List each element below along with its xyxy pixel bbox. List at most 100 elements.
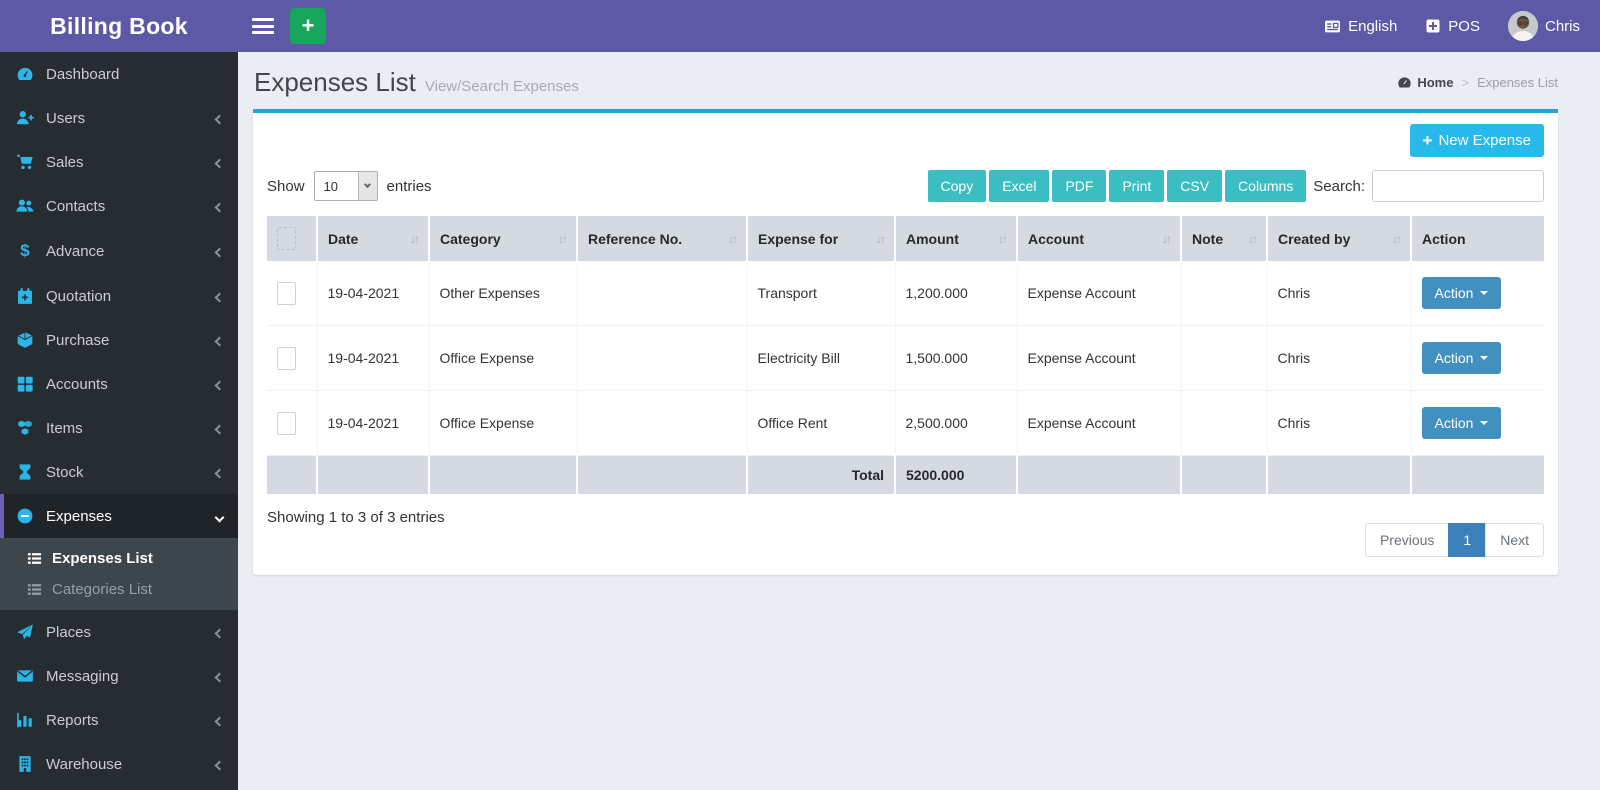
row-checkbox[interactable]: [277, 281, 296, 305]
submenu-item-expenses-list[interactable]: Expenses List: [0, 543, 238, 574]
pos-menu[interactable]: POS: [1425, 18, 1480, 35]
sidebar-item-places[interactable]: Places: [0, 610, 238, 654]
bar-chart-icon: [15, 711, 35, 729]
column-header-reference[interactable]: Reference No. ↓↑: [576, 216, 747, 261]
sidebar-item-purchase[interactable]: Purchase: [0, 318, 238, 362]
cell-date: 19-04-2021: [316, 325, 429, 391]
entries-info: Showing 1 to 3 of 3 entries: [267, 509, 445, 526]
sort-icon: ↓↑: [1162, 231, 1172, 246]
row-checkbox[interactable]: [277, 411, 296, 435]
sidebar-item-quotation[interactable]: Quotation: [0, 274, 238, 318]
quick-add-button[interactable]: +: [290, 8, 326, 44]
action-dropdown-button[interactable]: Action: [1421, 277, 1502, 309]
chevron-left-icon: [214, 668, 225, 685]
copy-button[interactable]: Copy: [927, 170, 987, 202]
sort-icon: ↓↑: [728, 231, 738, 246]
submenu-item-categories-list[interactable]: Categories List: [0, 574, 238, 605]
user-menu[interactable]: Chris: [1507, 11, 1580, 41]
breadcrumb-home-link[interactable]: Home: [1397, 75, 1453, 90]
users-icon: [15, 197, 35, 215]
new-expense-label: New Expense: [1438, 132, 1531, 149]
chevron-left-icon: [214, 464, 225, 481]
select-all-checkbox[interactable]: [277, 227, 296, 250]
columns-button[interactable]: Columns: [1225, 170, 1307, 202]
cell-category: Other Expenses: [428, 261, 577, 326]
sidebar-item-label: Stock: [46, 463, 84, 481]
page-length-value: 10: [323, 178, 338, 194]
sidebar-item-label: Messaging: [46, 667, 119, 685]
sidebar-item-accounts[interactable]: Accounts: [0, 362, 238, 406]
sidebar-item-messaging[interactable]: Messaging: [0, 654, 238, 698]
csv-button[interactable]: CSV: [1167, 170, 1223, 202]
new-expense-button[interactable]: + New Expense: [1409, 124, 1544, 157]
column-header-category[interactable]: Category ↓↑: [428, 216, 577, 261]
sort-icon: ↓↑: [410, 231, 420, 246]
sidebar-item-reports[interactable]: Reports: [0, 698, 238, 742]
sidebar: Dashboard Users Sales Contacts $ Advance…: [0, 52, 238, 790]
submenu-item-label: Categories List: [52, 581, 153, 598]
excel-button[interactable]: Excel: [989, 170, 1050, 202]
sort-icon: ↓↑: [1248, 231, 1258, 246]
building-icon: [15, 755, 35, 773]
cell-expense-for: Transport: [746, 261, 895, 326]
language-label: English: [1348, 17, 1398, 35]
cell-expense-for: Office Rent: [746, 390, 895, 456]
sidebar-item-expenses[interactable]: Expenses: [0, 494, 238, 538]
search-input[interactable]: [1372, 170, 1544, 202]
sidebar-item-advance[interactable]: $ Advance: [0, 228, 238, 274]
paper-plane-icon: [15, 623, 35, 641]
plus-square-icon: [1425, 18, 1441, 34]
column-header-date[interactable]: Date ↓↑: [316, 216, 429, 261]
cell-expense-for: Electricity Bill: [746, 325, 895, 391]
export-button-group: Copy Excel PDF Print CSV Columns: [927, 170, 1307, 202]
column-header-created-by[interactable]: Created by ↓↑: [1266, 216, 1411, 261]
page-length-select[interactable]: 10: [313, 171, 378, 201]
cell-category: Office Expense: [428, 325, 577, 391]
table-row: 19-04-2021 Other Expenses Transport 1,20…: [267, 261, 1544, 326]
hamburger-menu-icon[interactable]: [252, 18, 274, 34]
cell-created-by: Chris: [1266, 325, 1411, 391]
list-icon: [27, 582, 42, 597]
sidebar-item-items[interactable]: Items: [0, 406, 238, 450]
action-dropdown-button[interactable]: Action: [1421, 342, 1502, 374]
sidebar-item-dashboard[interactable]: Dashboard: [0, 52, 238, 96]
language-menu[interactable]: English: [1324, 18, 1397, 35]
pdf-button[interactable]: PDF: [1052, 170, 1107, 202]
sidebar-item-label: Users: [46, 109, 86, 127]
user-avatar: [1507, 11, 1538, 41]
page-1-button[interactable]: 1: [1448, 523, 1487, 557]
table-controls: Show 10 entries Copy Excel PDF Print CSV…: [267, 170, 1544, 202]
sort-icon: ↓↑: [558, 231, 568, 246]
table-footer-row: Total 5200.000: [267, 455, 1544, 494]
plus-icon: +: [301, 13, 315, 38]
sidebar-item-contacts[interactable]: Contacts: [0, 184, 238, 228]
sidebar-item-sales[interactable]: Sales: [0, 140, 238, 184]
column-header-account[interactable]: Account ↓↑: [1016, 216, 1181, 261]
sidebar-item-users[interactable]: Users: [0, 96, 238, 140]
action-dropdown-button[interactable]: Action: [1421, 407, 1502, 439]
cart-icon: [15, 153, 35, 171]
print-button[interactable]: Print: [1109, 170, 1165, 202]
chevron-left-icon: [214, 420, 225, 437]
show-label: Show: [267, 177, 305, 195]
column-header-note[interactable]: Note ↓↑: [1180, 216, 1267, 261]
cell-note: [1180, 261, 1267, 326]
app-logo[interactable]: Billing Book: [0, 0, 238, 52]
column-header-expense-for[interactable]: Expense for ↓↑: [746, 216, 895, 261]
sidebar-item-label: Reports: [46, 711, 99, 729]
chevron-left-icon: [214, 756, 225, 773]
next-page-button[interactable]: Next: [1485, 523, 1544, 557]
select-all-header[interactable]: [267, 216, 317, 261]
sidebar-item-stock[interactable]: Stock: [0, 450, 238, 494]
sidebar-item-warehouse[interactable]: Warehouse: [0, 742, 238, 786]
previous-page-button[interactable]: Previous: [1364, 523, 1450, 557]
submenu-item-label: Expenses List: [52, 550, 153, 567]
column-header-amount[interactable]: Amount ↓↑: [894, 216, 1017, 261]
cell-amount: 1,200.000: [894, 261, 1017, 326]
home-speedometer-icon: [1397, 75, 1412, 90]
row-checkbox[interactable]: [277, 346, 296, 370]
chevron-left-icon: [214, 376, 225, 393]
cell-account: Expense Account: [1016, 325, 1181, 391]
table-header-row: Date ↓↑ Category ↓↑ Reference No. ↓↑ Expens…: [267, 216, 1544, 261]
sidebar-item-label: Advance: [46, 242, 105, 260]
